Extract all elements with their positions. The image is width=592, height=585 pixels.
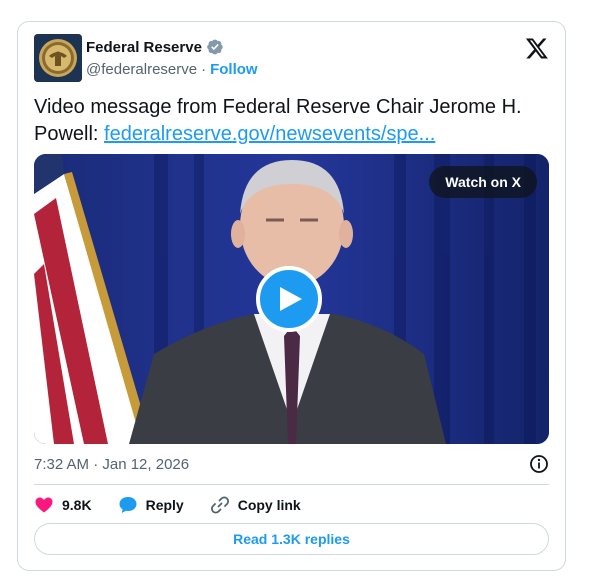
read-replies-button[interactable]: Read 1.3K replies [34, 523, 549, 555]
author-name[interactable]: Federal Reserve [86, 39, 202, 56]
follow-button[interactable]: Follow [210, 61, 258, 78]
copy-link-label: Copy link [237, 497, 301, 513]
handle-row: @federalreserve · Follow [86, 61, 258, 78]
post-link[interactable]: federalreserve.gov/newsevents/spe... [104, 123, 435, 145]
post-meta: 7:32 AM · Jan 12, 2026 [34, 454, 549, 476]
author-handle[interactable]: @federalreserve [86, 61, 197, 78]
name-row: Federal Reserve [86, 38, 224, 56]
verified-badge-icon [206, 38, 224, 56]
federal-reserve-seal-icon [34, 34, 82, 82]
info-icon[interactable] [529, 454, 549, 474]
avatar[interactable] [34, 34, 82, 82]
post-text: Video message from Federal Reserve Chair… [34, 94, 549, 148]
play-icon [280, 287, 302, 311]
reply-label: Reply [145, 497, 184, 513]
watch-on-x-button[interactable]: Watch on X [429, 166, 537, 198]
embedded-post-card: Federal Reserve @federalreserve · Follow… [17, 21, 566, 571]
x-logo-icon[interactable] [525, 36, 549, 60]
separator-dot: · [201, 61, 207, 78]
video-player[interactable]: Watch on X [34, 154, 549, 444]
copy-link-button[interactable]: Copy link [210, 495, 301, 515]
post-header: Federal Reserve @federalreserve · Follow [34, 34, 549, 82]
reply-button[interactable]: Reply [118, 495, 184, 515]
play-button[interactable] [256, 266, 322, 332]
action-bar: 9.8K Reply Copy link [34, 492, 301, 518]
divider [34, 484, 549, 485]
like-count: 9.8K [62, 497, 92, 513]
speech-bubble-icon [119, 497, 137, 513]
post-timestamp[interactable]: 7:32 AM · Jan 12, 2026 [34, 456, 189, 473]
heart-icon [35, 497, 53, 513]
like-button[interactable]: 9.8K [34, 495, 92, 515]
link-icon [210, 496, 229, 514]
